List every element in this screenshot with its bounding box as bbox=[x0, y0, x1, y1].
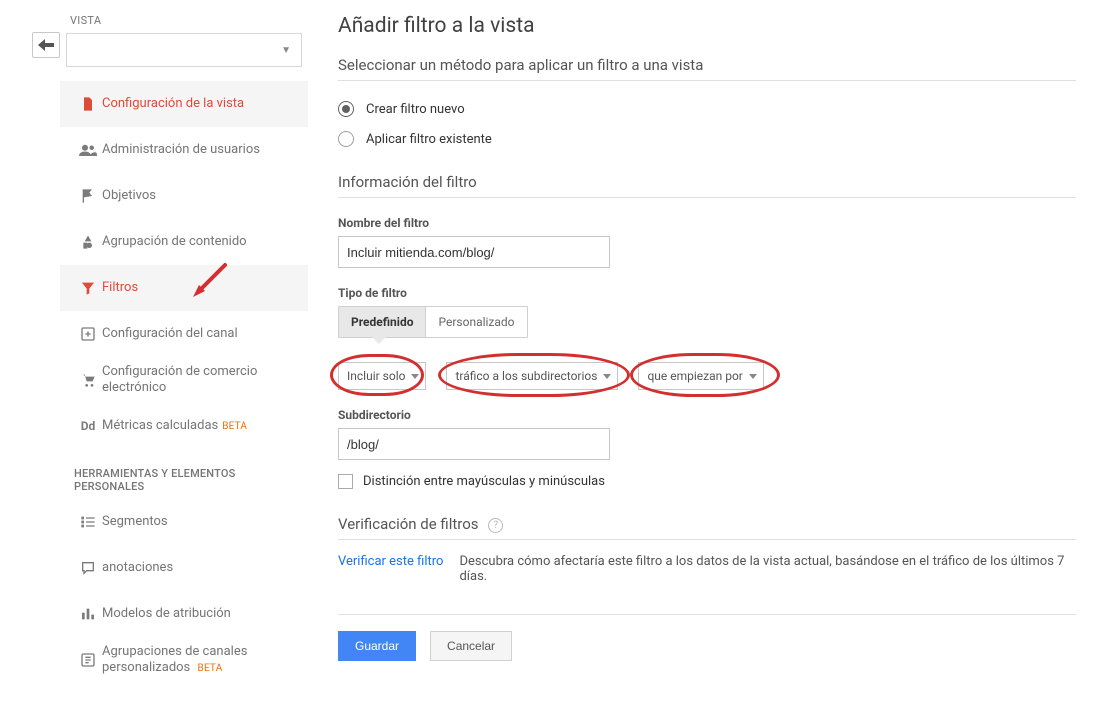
sidebar-item-label: Configuración de comercio electrónico bbox=[102, 364, 296, 397]
subdirectory-input[interactable] bbox=[338, 428, 610, 460]
channel-icon bbox=[74, 326, 102, 342]
tools-heading: HERRAMIENTAS Y ELEMENTOS PERSONALES bbox=[60, 449, 308, 499]
back-button[interactable] bbox=[32, 32, 60, 58]
filter-source-value: tráfico a los subdirectorios bbox=[455, 369, 597, 383]
users-icon bbox=[74, 143, 102, 157]
verify-description: Descubra cómo afectaría este filtro a lo… bbox=[459, 554, 1076, 584]
case-sensitive-label: Distinción entre mayúsculas y minúsculas bbox=[363, 474, 605, 489]
radio-existing-filter-label: Aplicar filtro existente bbox=[366, 132, 492, 147]
filter-source-dropdown[interactable]: tráfico a los subdirectorios bbox=[446, 362, 618, 390]
view-selector[interactable]: ▼ bbox=[66, 33, 302, 67]
sidebar-item-label: Configuración del canal bbox=[102, 326, 296, 342]
sidebar-item-label: Segmentos bbox=[102, 514, 296, 530]
main-content: Añadir filtro a la vista Seleccionar un … bbox=[308, 0, 1106, 712]
group-icon bbox=[74, 234, 102, 250]
radio-new-filter-label: Crear filtro nuevo bbox=[366, 102, 465, 117]
sidebar-item-label: Configuración de la vista bbox=[102, 96, 296, 112]
caret-down-icon bbox=[411, 374, 419, 379]
verify-filter-link[interactable]: Verificar este filtro bbox=[338, 554, 443, 584]
sidebar-item-custom-channel-groupings[interactable]: Agrupaciones de canales personalizados B… bbox=[60, 637, 308, 683]
sidebar-item-label: Agrupación de contenido bbox=[102, 234, 296, 250]
annotation-icon bbox=[74, 560, 102, 576]
filter-action-value: Incluir solo bbox=[347, 369, 405, 383]
sidebar-item-label: Agrupaciones de canales personalizados B… bbox=[102, 644, 296, 677]
filter-name-input[interactable] bbox=[338, 236, 610, 268]
tab-predefined[interactable]: Predefinido bbox=[339, 307, 426, 337]
filter-action-dropdown[interactable]: Incluir solo bbox=[338, 362, 426, 390]
sidebar-item-label: Modelos de atribución bbox=[102, 606, 296, 622]
sidebar-item-goals[interactable]: Objetivos bbox=[60, 173, 308, 219]
sidebar-header: VISTA bbox=[60, 8, 308, 33]
sidebar-item-label: Administración de usuarios bbox=[102, 142, 296, 158]
sidebar-item-attribution-models[interactable]: Modelos de atribución bbox=[60, 591, 308, 637]
sidebar-item-content-grouping[interactable]: Agrupación de contenido bbox=[60, 219, 308, 265]
sidebar-item-filters[interactable]: Filtros bbox=[60, 265, 308, 311]
tab-custom[interactable]: Personalizado bbox=[426, 307, 526, 337]
channel-icon bbox=[74, 652, 102, 668]
dd-icon: Dd bbox=[74, 419, 102, 433]
tab-active-pointer bbox=[372, 337, 386, 344]
radio-existing-filter[interactable] bbox=[338, 131, 354, 147]
sidebar-item-annotations[interactable]: anotaciones bbox=[60, 545, 308, 591]
verify-heading: Verificación de filtros ? bbox=[338, 515, 1076, 533]
case-sensitive-checkbox[interactable] bbox=[338, 474, 353, 489]
page-title: Añadir filtro a la vista bbox=[338, 14, 1076, 38]
caret-down-icon: ▼ bbox=[281, 45, 291, 56]
sidebar-item-ecommerce-settings[interactable]: Configuración de comercio electrónico bbox=[60, 357, 308, 403]
sidebar-item-view-settings[interactable]: Configuración de la vista bbox=[60, 81, 308, 127]
subdirectory-label: Subdirectorio bbox=[338, 408, 1076, 422]
filter-info-heading: Información del filtro bbox=[338, 173, 1076, 191]
save-button[interactable]: Guardar bbox=[338, 631, 416, 661]
sidebar-item-label: Métricas calculadasBETA bbox=[102, 418, 296, 434]
caret-down-icon bbox=[749, 374, 757, 379]
caret-down-icon bbox=[603, 374, 611, 379]
select-method-heading: Seleccionar un método para aplicar un fi… bbox=[338, 56, 1076, 74]
sidebar-item-segments[interactable]: Segmentos bbox=[60, 499, 308, 545]
sidebar-item-label: Objetivos bbox=[102, 188, 296, 204]
bars-icon bbox=[74, 606, 102, 622]
sidebar-item-channel-settings[interactable]: Configuración del canal bbox=[60, 311, 308, 357]
sidebar-item-label: anotaciones bbox=[102, 560, 296, 576]
sidebar: VISTA ▼ Configuración de la vista Admini… bbox=[60, 0, 308, 712]
cart-icon bbox=[74, 372, 102, 388]
filter-type-tabs: Predefinido Personalizado bbox=[338, 306, 528, 338]
flag-icon bbox=[74, 188, 102, 204]
sidebar-item-user-admin[interactable]: Administración de usuarios bbox=[60, 127, 308, 173]
help-icon[interactable]: ? bbox=[488, 518, 503, 533]
cancel-button[interactable]: Cancelar bbox=[430, 631, 512, 661]
file-icon bbox=[74, 96, 102, 112]
segments-icon bbox=[74, 515, 102, 529]
funnel-icon bbox=[74, 280, 102, 296]
filter-expression-dropdown[interactable]: que empiezan por bbox=[638, 362, 763, 390]
filter-type-label: Tipo de filtro bbox=[338, 286, 1076, 300]
filter-expression-value: que empiezan por bbox=[647, 369, 742, 383]
radio-new-filter[interactable] bbox=[338, 101, 354, 117]
sidebar-item-calculated-metrics[interactable]: Dd Métricas calculadasBETA bbox=[60, 403, 308, 449]
sidebar-item-label: Filtros bbox=[102, 280, 296, 296]
filter-name-label: Nombre del filtro bbox=[338, 216, 1076, 230]
